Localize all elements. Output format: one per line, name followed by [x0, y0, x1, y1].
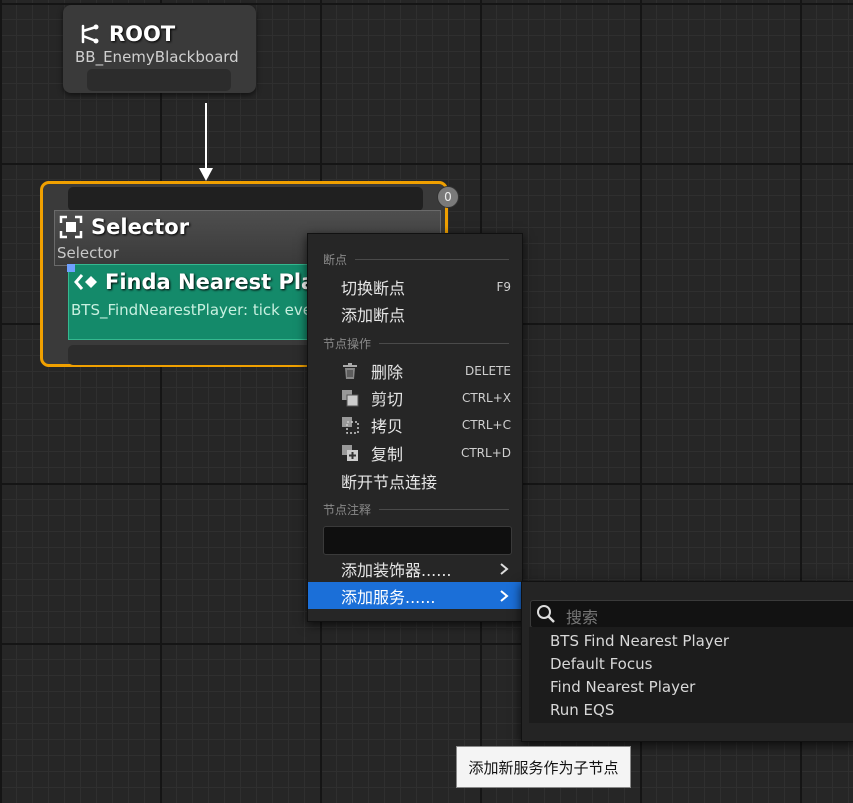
search-box[interactable]: 搜索: [530, 600, 853, 628]
selector-title: Selector: [59, 215, 189, 239]
selector-title-text: Selector: [91, 215, 190, 239]
add-decorator-item[interactable]: 添加装饰器......: [308, 555, 522, 582]
break-links-label: 断开节点连接: [341, 472, 438, 492]
duplicate-item[interactable]: 复制 CTRL+D: [308, 439, 522, 466]
search-icon: [536, 604, 556, 624]
section-node-comment: 节点注释: [323, 501, 509, 518]
search-placeholder: 搜索: [566, 608, 599, 627]
root-subtitle: BB_EnemyBlackboard: [75, 48, 239, 66]
service-list: BTS Find Nearest Player Default Focus Fi…: [529, 627, 853, 723]
copy-shortcut: CTRL+C: [461, 417, 511, 432]
section-node-actions: 节点操作: [323, 335, 509, 352]
root-output-pin[interactable]: [87, 69, 231, 91]
add-service-item[interactable]: 添加服务......: [308, 582, 522, 609]
duplicate-icon: [341, 444, 359, 462]
node-comment-input[interactable]: [323, 526, 512, 555]
duplicate-shortcut: CTRL+D: [460, 445, 511, 460]
root-title: ROOT: [79, 22, 175, 46]
service-icon: [73, 272, 99, 292]
root-title-text: ROOT: [109, 22, 176, 46]
add-breakpoint-item[interactable]: 添加断点: [308, 300, 522, 327]
cut-label: 剪切: [371, 389, 404, 409]
delete-shortcut: DELETE: [464, 363, 511, 378]
root-node[interactable]: ROOT BB_EnemyBlackboard: [63, 5, 256, 93]
cut-shortcut: CTRL+X: [461, 390, 511, 405]
tooltip: 添加新服务作为子节点: [456, 746, 631, 788]
connection-wire: [205, 103, 207, 171]
chevron-right-icon: [497, 588, 511, 602]
context-menu: 断点 切换断点 F9 添加断点 节点操作 删除 DELETE 剪切 CTRL+X…: [307, 233, 523, 622]
cut-item[interactable]: 剪切 CTRL+X: [308, 384, 522, 411]
service-marker-icon: [67, 264, 75, 272]
delete-item[interactable]: 删除 DELETE: [308, 357, 522, 384]
connection-arrow-icon: [199, 168, 213, 181]
toggle-breakpoint-shortcut: F9: [496, 279, 511, 294]
copy-label: 拷贝: [371, 416, 404, 436]
selector-icon: [59, 215, 83, 239]
toggle-breakpoint-label: 切换断点: [341, 278, 406, 298]
service-submenu: 搜索 BTS Find Nearest Player Default Focus…: [521, 581, 853, 742]
add-breakpoint-label: 添加断点: [341, 305, 406, 325]
service-option[interactable]: Run EQS: [550, 701, 614, 719]
tree-branch-icon: [79, 23, 101, 45]
trash-icon: [341, 362, 359, 380]
service-option[interactable]: Find Nearest Player: [550, 678, 695, 696]
chevron-right-icon: [497, 561, 511, 575]
add-service-label: 添加服务......: [341, 587, 436, 607]
section-breakpoints: 断点: [323, 251, 509, 268]
break-links-item[interactable]: 断开节点连接: [308, 467, 522, 494]
service-option[interactable]: BTS Find Nearest Player: [550, 632, 729, 650]
selector-input-pin[interactable]: [68, 187, 423, 211]
service-option[interactable]: Default Focus: [550, 655, 652, 673]
cut-icon: [341, 389, 359, 407]
execution-order-badge: 0: [437, 186, 459, 208]
copy-item[interactable]: 拷贝 CTRL+C: [308, 411, 522, 438]
add-decorator-label: 添加装饰器......: [341, 560, 452, 580]
duplicate-label: 复制: [371, 444, 404, 464]
toggle-breakpoint-item[interactable]: 切换断点 F9: [308, 273, 522, 300]
delete-label: 删除: [371, 362, 404, 382]
selector-subtitle: Selector: [57, 244, 119, 262]
copy-icon: [341, 416, 359, 434]
